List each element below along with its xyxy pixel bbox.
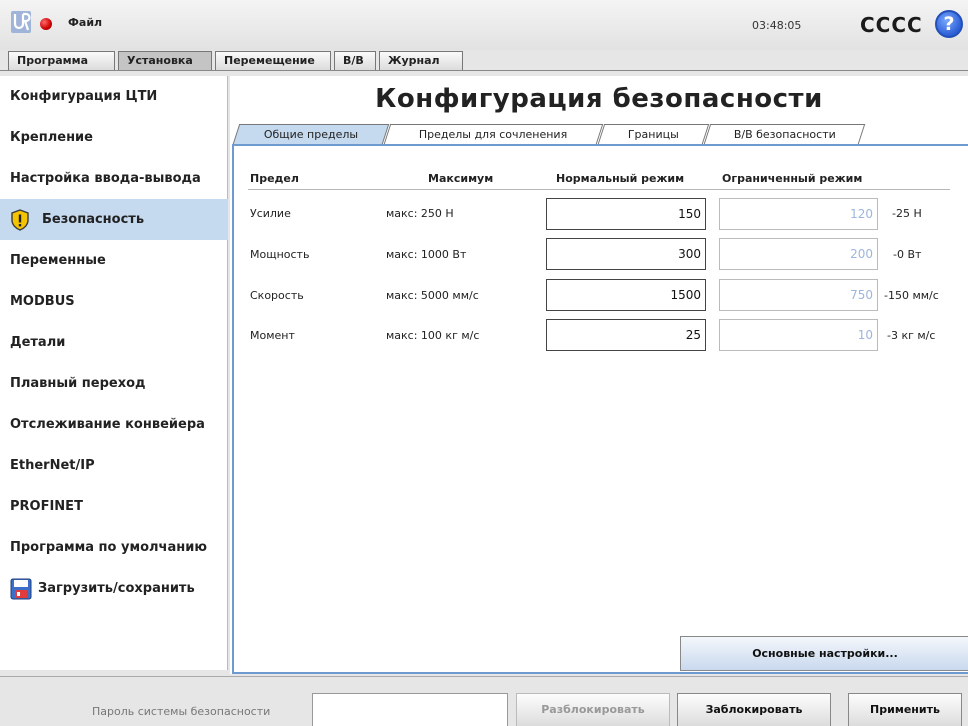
sidebar-item-label: Детали	[10, 335, 66, 350]
sidebar-item-load-save[interactable]: Загрузить/сохранить	[0, 568, 228, 609]
row-diff-force: -25 Н	[892, 207, 922, 220]
header-divider	[248, 189, 950, 190]
row-label-power: Мощность	[250, 248, 310, 261]
sidebar-item-label: Отслеживание конвейера	[10, 417, 205, 432]
tab-installation[interactable]: Установка	[118, 51, 212, 71]
column-header-normal: Нормальный режим	[556, 172, 685, 185]
sidebar-item-label: MODBUS	[10, 294, 75, 309]
sidebar-item-label: Программа по умолчанию	[10, 540, 207, 555]
tab-label: В/В безопасности	[733, 128, 836, 141]
tab-boundaries[interactable]: Границы	[597, 124, 710, 144]
sidebar-item-label: PROFINET	[10, 499, 83, 514]
power-reduced-input[interactable]: 200	[719, 238, 878, 270]
tab-general-limits[interactable]: Общие пределы	[232, 124, 390, 144]
sidebar-item-io-setup[interactable]: Настройка ввода-вывода	[0, 158, 228, 199]
help-button[interactable]: ?	[935, 10, 963, 38]
tab-program[interactable]: Программа	[8, 51, 115, 71]
robot-status-icon	[40, 18, 52, 30]
sidebar-item-label: Безопасность	[42, 212, 145, 227]
sidebar-item-label: EtherNet/IP	[10, 458, 95, 473]
speed-reduced-input[interactable]: 750	[719, 279, 878, 311]
shield-warning-icon	[11, 208, 29, 231]
speed-normal-input[interactable]: 1500	[546, 279, 706, 311]
force-reduced-input[interactable]: 120	[719, 198, 878, 230]
tab-safety-io[interactable]: В/В безопасности	[703, 124, 866, 144]
clock: 03:48:05	[752, 19, 802, 32]
basic-settings-button[interactable]: Основные настройки...	[680, 636, 968, 671]
row-max-momentum: макс: 100 кг м/с	[386, 329, 480, 342]
sidebar-item-default-program[interactable]: Программа по умолчанию	[0, 527, 228, 568]
sidebar-item-features[interactable]: Детали	[0, 322, 228, 363]
main-tabs: Программа Установка Перемещение В/В Журн…	[8, 51, 466, 71]
row-max-force: макс: 250 Н	[386, 207, 454, 220]
safety-password-input[interactable]	[312, 693, 508, 726]
row-label-force: Усилие	[250, 207, 291, 220]
sidebar-item-profinet[interactable]: PROFINET	[0, 486, 228, 527]
sidebar-item-label: Переменные	[10, 253, 106, 268]
sidebar-item-safety[interactable]: Безопасность	[0, 199, 228, 240]
sidebar: Конфигурация ЦТИ Крепление Настройка вво…	[0, 76, 228, 670]
sidebar-item-tcp-config[interactable]: Конфигурация ЦТИ	[0, 76, 228, 117]
sidebar-item-label: Плавный переход	[10, 376, 146, 391]
tab-joint-limits[interactable]: Пределы для сочленения	[383, 124, 604, 144]
help-icon: ?	[943, 13, 955, 35]
ur-logo-icon	[11, 11, 31, 33]
file-menu[interactable]: Файл	[68, 16, 102, 29]
tab-log[interactable]: Журнал	[379, 51, 463, 71]
bottom-bar: Пароль системы безопасности Разблокирова…	[0, 676, 968, 726]
save-icon	[10, 578, 32, 599]
tab-io[interactable]: В/В	[334, 51, 376, 71]
sidebar-item-ethernet-ip[interactable]: EtherNet/IP	[0, 445, 228, 486]
sidebar-item-mounting[interactable]: Крепление	[0, 117, 228, 158]
force-normal-input[interactable]: 150	[546, 198, 706, 230]
sidebar-item-label: Настройка ввода-вывода	[10, 171, 201, 186]
sidebar-item-conveyor-tracking[interactable]: Отслеживание конвейера	[0, 404, 228, 445]
sidebar-item-variables[interactable]: Переменные	[0, 240, 228, 281]
column-header-reduced: Ограниченный режим	[722, 172, 863, 185]
page-title: Конфигурация безопасности	[375, 84, 823, 114]
tab-divider	[0, 70, 968, 71]
tab-label: Границы	[627, 128, 679, 141]
main-content: Конфигурация безопасности Общие пределы …	[230, 76, 968, 674]
row-label-momentum: Момент	[250, 329, 295, 342]
robot-name: CCCC	[860, 13, 923, 37]
lock-button[interactable]: Заблокировать	[677, 693, 831, 726]
row-diff-speed: -150 мм/с	[884, 289, 939, 302]
sidebar-item-modbus[interactable]: MODBUS	[0, 281, 228, 322]
sidebar-item-smooth-transition[interactable]: Плавный переход	[0, 363, 228, 404]
sidebar-item-label: Крепление	[10, 130, 93, 145]
column-header-max: Максимум	[428, 172, 494, 185]
momentum-reduced-input[interactable]: 10	[719, 319, 878, 351]
row-max-power: макс: 1000 Вт	[386, 248, 467, 261]
row-diff-momentum: -3 кг м/с	[887, 329, 936, 342]
tab-move[interactable]: Перемещение	[215, 51, 331, 71]
column-header-limit: Предел	[250, 172, 299, 185]
row-diff-power: -0 Вт	[893, 248, 922, 261]
tab-label: Общие пределы	[263, 128, 358, 141]
sidebar-item-label: Загрузить/сохранить	[38, 581, 195, 596]
unlock-button[interactable]: Разблокировать	[516, 693, 670, 726]
password-label: Пароль системы безопасности	[92, 705, 271, 718]
row-max-speed: макс: 5000 мм/с	[386, 289, 479, 302]
sidebar-item-label: Конфигурация ЦТИ	[10, 89, 158, 104]
top-bar: Файл 03:48:05 CCCC ?	[0, 0, 968, 50]
momentum-normal-input[interactable]: 25	[546, 319, 706, 351]
power-normal-input[interactable]: 300	[546, 238, 706, 270]
tab-label: Пределы для сочленения	[419, 128, 568, 141]
row-label-speed: Скорость	[250, 289, 304, 302]
apply-button[interactable]: Применить	[848, 693, 962, 726]
